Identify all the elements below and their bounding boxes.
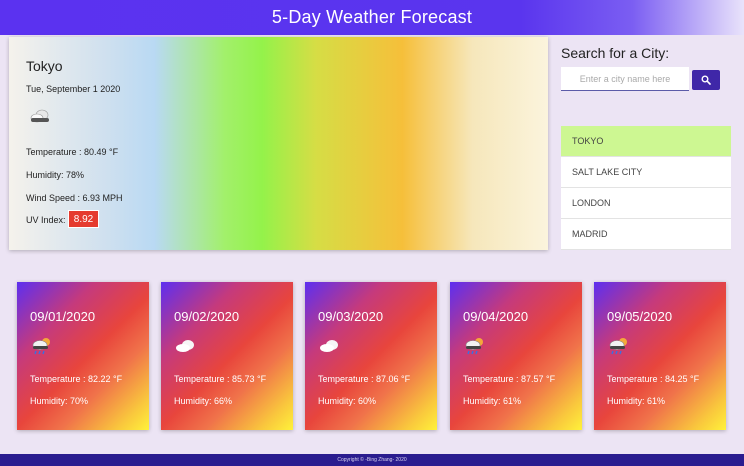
copyright-text: Copyright © -Bing Zhang- 2020: [337, 457, 407, 463]
uv-index-label: UV Index:: [26, 215, 66, 225]
cloud-icon: [30, 109, 49, 123]
current-humidity: Humidity: 78%: [26, 170, 85, 180]
history-item-tokyo[interactable]: TOKYO: [561, 126, 731, 157]
forecast-date: 09/03/2020: [318, 309, 384, 324]
forecast-card: 09/05/2020 Temperature : 84.25 °F Humidi…: [594, 282, 726, 430]
forecast-humidity: Humidity: 61%: [607, 396, 666, 406]
rain-cloud-icon: [32, 338, 50, 355]
rain-cloud-icon: [465, 338, 483, 355]
history-item-madrid[interactable]: MADRID: [561, 219, 731, 250]
search-history-list: TOKYO SALT LAKE CITY LONDON MADRID: [561, 126, 731, 250]
history-item-salt-lake-city[interactable]: SALT LAKE CITY: [561, 157, 731, 188]
forecast-temperature: Temperature : 87.57 °F: [463, 374, 556, 384]
search-icon: [701, 75, 711, 85]
forecast-humidity: Humidity: 66%: [174, 396, 233, 406]
search-title: Search for a City:: [561, 45, 670, 61]
footer: Copyright © -Bing Zhang- 2020: [0, 454, 744, 466]
rain-cloud-icon: [609, 338, 627, 355]
forecast-card: 09/01/2020 Temperature : 82.22 °F Humidi…: [17, 282, 149, 430]
current-wind-speed: Wind Speed : 6.93 MPH: [26, 193, 123, 203]
forecast-temperature: Temperature : 87.06 °F: [318, 374, 411, 384]
page-title: 5-Day Weather Forecast: [271, 7, 473, 27]
forecast-humidity: Humidity: 60%: [318, 396, 377, 406]
history-item-london[interactable]: LONDON: [561, 188, 731, 219]
forecast-card: 09/03/2020 Temperature : 87.06 °F Humidi…: [305, 282, 437, 430]
cloud-icon: [320, 340, 338, 352]
forecast-humidity: Humidity: 61%: [463, 396, 522, 406]
current-temperature: Temperature : 80.49 °F: [26, 147, 119, 157]
city-search-input[interactable]: [561, 67, 689, 91]
history-item-label: SALT LAKE CITY: [572, 167, 643, 177]
forecast-card: 09/04/2020 Temperature : 87.57 °F Humidi…: [450, 282, 582, 430]
forecast-date: 09/04/2020: [463, 309, 529, 324]
forecast-temperature: Temperature : 85.73 °F: [174, 374, 267, 384]
history-item-label: MADRID: [572, 229, 608, 239]
search-button[interactable]: [692, 70, 720, 90]
forecast-humidity: Humidity: 70%: [30, 396, 89, 406]
forecast-card: 09/02/2020 Temperature : 85.73 °F Humidi…: [161, 282, 293, 430]
forecast-date: 09/02/2020: [174, 309, 240, 324]
forecast-date: 09/01/2020: [30, 309, 96, 324]
forecast-temperature: Temperature : 82.22 °F: [30, 374, 123, 384]
forecast-date: 09/05/2020: [607, 309, 673, 324]
current-city: Tokyo: [26, 58, 63, 74]
history-item-label: LONDON: [572, 198, 611, 208]
forecast-temperature: Temperature : 84.25 °F: [607, 374, 700, 384]
app-header: 5-Day Weather Forecast: [0, 0, 744, 35]
current-date: Tue, September 1 2020: [26, 84, 121, 94]
cloud-icon: [176, 340, 194, 352]
history-item-label: TOKYO: [572, 136, 604, 146]
uv-index-badge: 8.92: [68, 210, 99, 228]
current-weather-panel: Tokyo Tue, September 1 2020 Temperature …: [9, 37, 548, 250]
